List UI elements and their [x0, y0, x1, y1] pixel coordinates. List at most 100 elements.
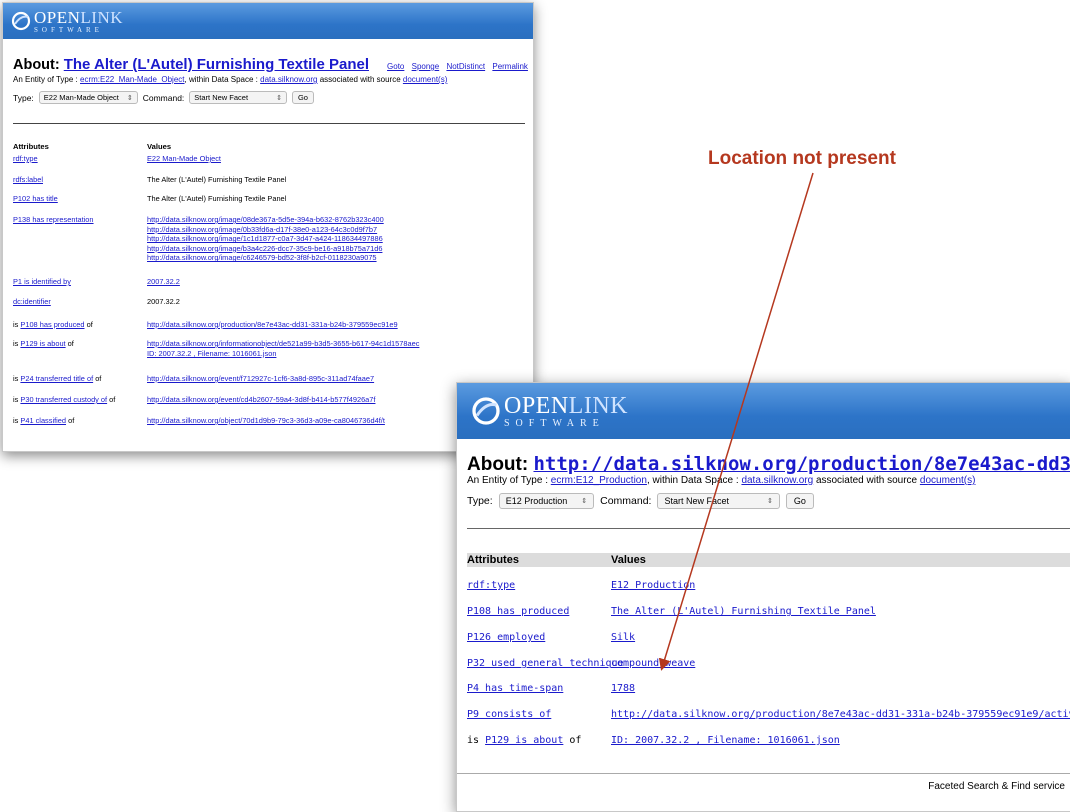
table-row: P9 consists of http://data.silknow.org/pr…: [467, 709, 1070, 720]
value-link[interactable]: http://data.silknow.org/image/0b33fd6a-d…: [147, 225, 384, 235]
entity-title-link[interactable]: The Alter (L'Autel) Furnishing Textile P…: [64, 56, 369, 73]
attribute-link-rdf-type[interactable]: rdf:type: [467, 580, 515, 591]
attribute-link-p4-has-time-span[interactable]: P4 has time-span: [467, 683, 563, 694]
attribute-link-p126-employed[interactable]: P126 employed: [467, 632, 545, 643]
command-select[interactable]: Start New Facet ⇕: [657, 493, 780, 509]
table-row: P126 employed Silk: [467, 632, 635, 643]
value-link[interactable]: 2007.32.2: [147, 277, 180, 287]
value-cell: 1788: [611, 683, 635, 694]
value-text: The Alter (L'Autel) Furnishing Textile P…: [147, 175, 287, 184]
type-select[interactable]: E12 Production ⇕: [498, 493, 595, 509]
attribute-link-p1-is-identified-by[interactable]: P1 is identified by: [13, 277, 71, 286]
type-label: Type:: [467, 495, 493, 507]
entity-title-link[interactable]: http://data.silknow.org/production/8e7e4…: [533, 453, 1070, 475]
value-cell: The Alter (L'Autel) Furnishing Textile P…: [147, 194, 286, 204]
value-link[interactable]: E12 Production: [611, 580, 695, 591]
page-title: About: http://data.silknow.org/productio…: [467, 453, 1070, 476]
permalink-link[interactable]: Permalink: [492, 62, 528, 71]
value-link[interactable]: http://data.silknow.org/object/70d1d9b9-…: [147, 416, 385, 426]
value-cell: E12 Production: [611, 580, 695, 591]
value-link[interactable]: http://data.silknow.org/image/1c1d1877-c…: [147, 234, 384, 244]
data-space-link[interactable]: data.silknow.org: [741, 475, 813, 486]
attribute-cell: is P41 classified of: [13, 416, 147, 426]
entity-description: An Entity of Type : ecrm:E12_Production,…: [467, 475, 975, 486]
attribute-suffix: of: [109, 395, 116, 404]
type-select-value: E22 Man-Made Object: [43, 93, 119, 102]
attribute-link-p108-has-produced[interactable]: P108 has produced: [20, 320, 84, 329]
attribute-link-p32-used-general-technique[interactable]: P32 used general technique: [467, 658, 624, 669]
table-row: is P30 transferred custody of of http://d…: [13, 395, 375, 405]
command-label: Command:: [142, 92, 185, 103]
entity-suffix: associated with source: [815, 475, 918, 486]
source-documents-link[interactable]: document(s): [920, 475, 976, 486]
attribute-cell: P32 used general technique: [467, 658, 624, 669]
value-link[interactable]: compound weave: [611, 658, 695, 669]
attribute-prefix: is: [13, 374, 19, 383]
value-link[interactable]: http://data.silknow.org/event/f712927c-1…: [147, 374, 374, 384]
sponge-link[interactable]: Sponge: [412, 62, 440, 71]
attribute-cell: is P108 has produced of: [13, 320, 147, 330]
table-row: is P129 is about of http://data.silknow.o…: [13, 339, 419, 358]
attribute-link-p129-is-about[interactable]: P129 is about: [20, 339, 65, 348]
value-cell: Silk: [611, 632, 635, 643]
attribute-cell: P102 has title: [13, 194, 147, 204]
logo-main-text: OPEN: [504, 392, 569, 419]
attribute-link-p41-classified[interactable]: P41 classified: [20, 416, 66, 425]
command-select[interactable]: Start New Facet ⇕: [189, 91, 287, 104]
command-label: Command:: [600, 495, 652, 507]
attribute-link-p138-has-representation[interactable]: P138 has representation: [13, 215, 94, 224]
header-attributes: Attributes: [467, 554, 519, 566]
table-row: is P129 is about of ID: 2007.32.2 , Filen…: [467, 735, 840, 746]
value-link[interactable]: http://data.silknow.org/production/8e7e4…: [611, 709, 1070, 720]
value-link[interactable]: http://data.silknow.org/image/08de367a-5…: [147, 215, 384, 225]
attribute-link-rdfs-label[interactable]: rdfs:label: [13, 175, 43, 184]
value-link[interactable]: http://data.silknow.org/image/c6246579-b…: [147, 253, 384, 263]
attribute-cell: P108 has produced: [467, 606, 611, 617]
value-link[interactable]: ID: 2007.32.2 , Filename: 1016061.json: [147, 349, 419, 359]
value-link[interactable]: The Alter (L'Autel) Furnishing Textile P…: [611, 606, 876, 617]
openlink-logo[interactable]: OPENLINK SOFTWARE: [11, 7, 123, 35]
goto-link[interactable]: Goto: [387, 62, 404, 71]
entity-description: An Entity of Type : ecrm:E22_Man-Made_Ob…: [13, 75, 447, 84]
attribute-suffix: of: [95, 374, 102, 383]
go-button[interactable]: Go: [785, 493, 814, 509]
attribute-link-p24-transferred-title-of[interactable]: P24 transferred title of: [20, 374, 93, 383]
value-link[interactable]: http://data.silknow.org/image/b3a4c226-d…: [147, 244, 384, 254]
header-banner: OPENLINK SOFTWARE: [3, 3, 533, 39]
attribute-suffix: of: [67, 339, 74, 348]
value-cell: http://data.silknow.org/event/cd4b2607-5…: [147, 395, 375, 405]
attribute-link-p9-consists-of[interactable]: P9 consists of: [467, 709, 551, 720]
value-link[interactable]: http://data.silknow.org/event/cd4b2607-5…: [147, 395, 375, 405]
value-link[interactable]: ID: 2007.32.2 , Filename: 1016061.json: [611, 735, 840, 746]
type-select[interactable]: E22 Man-Made Object ⇕: [38, 91, 138, 104]
value-link[interactable]: Silk: [611, 632, 635, 643]
go-button[interactable]: Go: [291, 91, 314, 104]
entity-type-link[interactable]: ecrm:E22_Man-Made_Object: [80, 75, 185, 84]
attribute-link-p30-transferred-custody-of[interactable]: P30 transferred custody of: [20, 395, 107, 404]
attribute-cell: is P129 is about of: [467, 735, 611, 746]
annotation-label: Location not present: [708, 148, 896, 169]
attribute-link-p108-has-produced[interactable]: P108 has produced: [467, 606, 569, 617]
entity-type-link[interactable]: ecrm:E12_Production: [551, 475, 647, 486]
source-documents-link[interactable]: document(s): [403, 75, 447, 84]
attribute-prefix: is: [467, 735, 480, 746]
value-cell: 2007.32.2: [147, 297, 180, 307]
notdistinct-link[interactable]: NotDistinct: [446, 62, 485, 71]
table-row: rdfs:label The Alter (L'Autel) Furnishing…: [13, 175, 286, 185]
value-link[interactable]: 1788: [611, 683, 635, 694]
data-space-link[interactable]: data.silknow.org: [260, 75, 317, 84]
attribute-link-p102-has-title[interactable]: P102 has title: [13, 194, 58, 203]
entity-prefix: An Entity of Type :: [13, 75, 78, 84]
value-link[interactable]: http://data.silknow.org/production/8e7e4…: [147, 320, 398, 330]
value-link[interactable]: http://data.silknow.org/informationobjec…: [147, 339, 419, 349]
attribute-cell: rdfs:label: [13, 175, 147, 185]
openlink-logo[interactable]: OPENLINK SOFTWARE: [471, 391, 628, 431]
attribute-link-rdf-type[interactable]: rdf:type: [13, 154, 38, 163]
attribute-cell: dc:identifier: [13, 297, 147, 307]
footer-text: Faceted Search & Find service: [928, 781, 1065, 792]
entity-suffix: associated with source: [319, 75, 401, 84]
value-link[interactable]: E22 Man-Made Object: [147, 154, 221, 164]
attribute-link-p129-is-about[interactable]: P129 is about: [485, 735, 563, 746]
attribute-cell: rdf:type: [13, 154, 147, 164]
attribute-link-dc-identifier[interactable]: dc:identifier: [13, 297, 51, 306]
